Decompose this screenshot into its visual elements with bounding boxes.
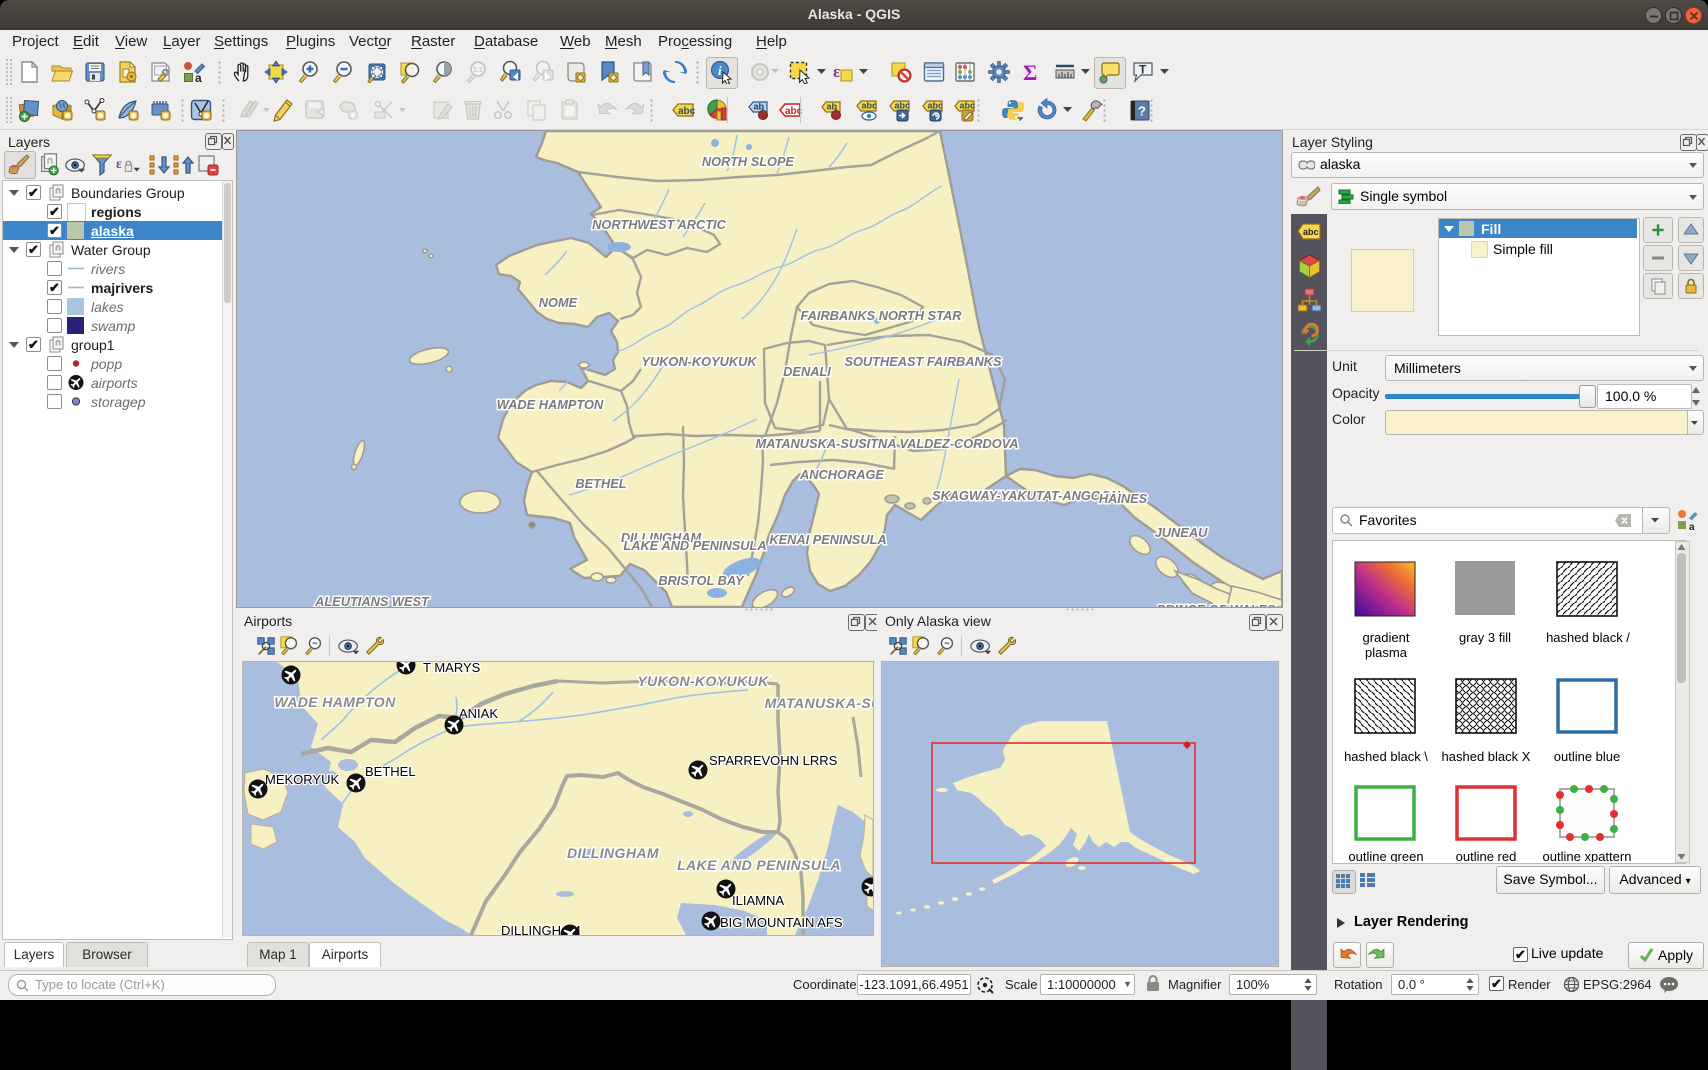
svg-text:i: i [718,63,722,78]
svg-text:JUNEAU: JUNEAU [1155,525,1208,540]
svg-text:abc: abc [678,106,695,117]
svg-text:T: T [1139,63,1147,77]
svg-text:DENALI: DENALI [783,364,831,379]
svg-text:HAINES: HAINES [1099,491,1148,506]
svg-text:BRISTOL BAY: BRISTOL BAY [658,573,745,588]
svg-text:T MARYS: T MARYS [423,661,481,675]
svg-text:NORTHWEST ARCTIC: NORTHWEST ARCTIC [592,217,726,232]
svg-text:abc: abc [1303,227,1319,237]
svg-text:abc: abc [960,101,976,111]
svg-text:ILIAMNA: ILIAMNA [732,893,784,908]
svg-text:ANIAK: ANIAK [459,706,498,721]
svg-text:LAKE AND PENINSULA: LAKE AND PENINSULA [623,538,766,553]
svg-text:Σ: Σ [1023,60,1037,84]
svg-text:?: ? [1138,104,1146,119]
svg-text:ε: ε [116,156,122,171]
svg-text:YUKON-KOYUKUK: YUKON-KOYUKUK [641,354,758,369]
svg-text:SPARREVOHN LRRS: SPARREVOHN LRRS [709,753,838,768]
svg-text:1:1: 1:1 [473,67,483,74]
svg-text:KENAI PENINSULA: KENAI PENINSULA [769,532,886,547]
svg-text:a: a [1689,522,1695,532]
svg-text:ALEUTIANS WEST: ALEUTIANS WEST [314,594,430,608]
svg-text:YUKON-KOYUKUK: YUKON-KOYUKUK [637,673,769,689]
svg-text:DILLINGHAM: DILLINGHAM [567,845,659,861]
svg-text:MEKORYUK: MEKORYUK [265,772,339,787]
svg-text:ANCHORAGE: ANCHORAGE [799,467,884,482]
svg-text:SKAGWAY-YAKUTAT-ANGOON: SKAGWAY-YAKUTAT-ANGOON [932,488,1121,503]
svg-text:abc: abc [895,101,911,111]
svg-text:BIG MOUNTAIN AFS: BIG MOUNTAIN AFS [720,915,843,930]
svg-text:MATANUSKA-SUSITNA: MATANUSKA-SUSITNA [756,436,897,451]
svg-text:BETHEL: BETHEL [575,476,626,491]
svg-text:MATANUSKA-SUS: MATANUSKA-SUS [765,695,874,711]
svg-text:NORTH SLOPE: NORTH SLOPE [702,154,795,169]
svg-text:WADE HAMPTON: WADE HAMPTON [274,694,396,710]
svg-text:BETHEL: BETHEL [365,764,416,779]
svg-text:FAIRBANKS NORTH STAR: FAIRBANKS NORTH STAR [801,308,963,323]
svg-text:WADE HAMPTON: WADE HAMPTON [497,397,604,412]
svg-text:VALDEZ-CORDOVA: VALDEZ-CORDOVA [900,436,1019,451]
svg-text:LAKE AND PENINSULA: LAKE AND PENINSULA [677,857,841,873]
svg-text:a: a [195,71,202,84]
svg-text:abc: abc [862,101,878,111]
svg-text:NOME: NOME [539,295,578,310]
svg-text:ε: ε [833,62,840,81]
svg-text:SOUTHEAST FAIRBANKS: SOUTHEAST FAIRBANKS [844,354,1002,369]
svg-text:abc: abc [928,101,944,111]
